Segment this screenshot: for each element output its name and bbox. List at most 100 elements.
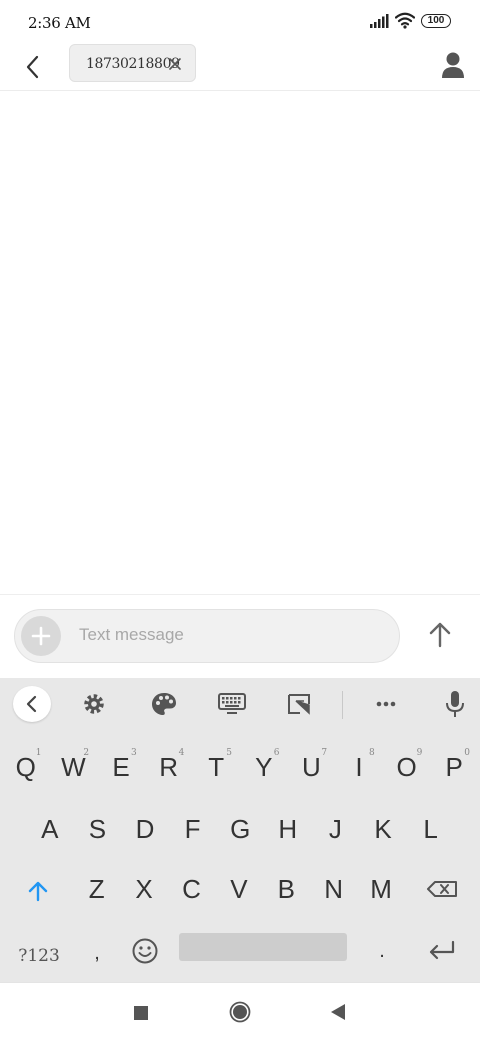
- key-q[interactable]: Q1: [2, 738, 50, 792]
- key-o-label: O: [396, 752, 417, 782]
- key-h[interactable]: H: [264, 800, 312, 854]
- key-x[interactable]: X: [120, 860, 167, 914]
- square-recents-icon[interactable]: [133, 1005, 149, 1021]
- gear-icon[interactable]: [76, 686, 112, 722]
- period-key[interactable]: .: [360, 922, 404, 976]
- key-j[interactable]: J: [312, 800, 360, 854]
- triangle-back-icon[interactable]: [330, 1003, 346, 1021]
- key-p-hint: 0: [464, 748, 470, 758]
- circle-home-icon[interactable]: [229, 1001, 251, 1023]
- system-nav-bar: [0, 982, 480, 1041]
- key-t-hint: 5: [226, 748, 232, 758]
- keyboard-icon[interactable]: [214, 686, 250, 722]
- backspace-icon: [427, 881, 457, 897]
- key-x-label: X: [135, 874, 153, 904]
- battery-level: 100: [427, 15, 445, 26]
- send-arrow-up-icon[interactable]: [424, 616, 456, 652]
- symbols-key[interactable]: ?123: [14, 922, 64, 976]
- backspace-key[interactable]: [416, 860, 468, 914]
- signal-icon: [370, 14, 389, 28]
- key-k[interactable]: K: [359, 800, 407, 854]
- emoji-key[interactable]: [122, 922, 168, 976]
- keyboard-collapse-button[interactable]: [13, 686, 51, 722]
- key-f[interactable]: F: [169, 800, 217, 854]
- key-y-label: Y: [255, 752, 273, 782]
- attach-button[interactable]: [21, 616, 61, 656]
- key-b[interactable]: B: [263, 860, 310, 914]
- plus-icon: [31, 626, 51, 646]
- toolbar-divider: [342, 691, 343, 719]
- keyboard-toolbar: [0, 678, 480, 730]
- key-d-label: D: [135, 814, 155, 844]
- key-w[interactable]: W2: [50, 738, 98, 792]
- key-r[interactable]: R4: [145, 738, 193, 792]
- key-s[interactable]: S: [74, 800, 122, 854]
- key-l[interactable]: L: [407, 800, 455, 854]
- chevron-left-icon: [26, 695, 37, 713]
- shift-arrow-icon: [28, 881, 48, 902]
- key-y[interactable]: Y6: [240, 738, 288, 792]
- key-i[interactable]: I8: [335, 738, 383, 792]
- key-e[interactable]: E3: [97, 738, 145, 792]
- key-m-label: M: [370, 874, 392, 904]
- comma-key[interactable]: ,: [75, 922, 119, 976]
- microphone-icon[interactable]: [437, 686, 473, 722]
- key-c-label: C: [182, 874, 201, 904]
- symbols-key-label: ?123: [18, 946, 60, 966]
- key-l-label: L: [423, 814, 438, 844]
- key-t-label: T: [208, 752, 225, 782]
- status-bar: 2:36 AM 100: [0, 0, 480, 44]
- shift-key[interactable]: [14, 860, 64, 914]
- key-u[interactable]: U7: [288, 738, 336, 792]
- key-o[interactable]: O9: [383, 738, 431, 792]
- key-d[interactable]: D: [121, 800, 169, 854]
- palette-icon[interactable]: [146, 686, 182, 722]
- key-w-label: W: [61, 752, 86, 782]
- key-f-label: F: [184, 814, 201, 844]
- conversation-header: 18730218809: [0, 44, 480, 91]
- key-u-hint: 7: [321, 748, 328, 758]
- key-e-label: E: [112, 752, 130, 782]
- key-e-hint: 3: [130, 748, 137, 758]
- key-a[interactable]: A: [26, 800, 74, 854]
- battery-icon: 100: [421, 14, 451, 28]
- key-p-label: P: [445, 752, 463, 782]
- key-u-label: U: [302, 752, 321, 782]
- key-r-label: R: [159, 752, 178, 782]
- key-h-label: H: [278, 814, 298, 844]
- key-r-hint: 4: [178, 748, 185, 758]
- key-o-hint: 9: [416, 748, 423, 758]
- key-z-label: Z: [88, 874, 105, 904]
- message-input[interactable]: [79, 620, 379, 650]
- key-t[interactable]: T5: [192, 738, 240, 792]
- key-w-hint: 2: [83, 748, 90, 758]
- comma-key-label: ,: [94, 942, 100, 964]
- space-key[interactable]: [179, 933, 347, 961]
- key-g[interactable]: G: [216, 800, 264, 854]
- compose-bar: [0, 596, 480, 678]
- key-z[interactable]: Z: [73, 860, 120, 914]
- enter-icon: [429, 940, 455, 960]
- close-icon[interactable]: [166, 55, 184, 73]
- key-j-label: J: [328, 814, 342, 844]
- back-arrow-icon[interactable]: [22, 52, 46, 82]
- key-c[interactable]: C: [168, 860, 215, 914]
- key-p[interactable]: P0: [430, 738, 478, 792]
- key-i-hint: 8: [368, 748, 375, 758]
- key-q-label: Q: [15, 752, 36, 782]
- recipient-chip[interactable]: 18730218809: [69, 44, 196, 82]
- key-m[interactable]: M: [357, 860, 404, 914]
- key-b-label: B: [277, 874, 295, 904]
- key-y-hint: 6: [273, 748, 280, 758]
- key-n[interactable]: N: [310, 860, 357, 914]
- key-n-label: N: [324, 874, 344, 904]
- emoji-icon: [132, 938, 158, 964]
- key-v[interactable]: V: [215, 860, 262, 914]
- soft-keyboard: Q 1 W 2 E 3 R 4 T 5 Y 6 U 7 I 8 O 9 P 0 A S D F G H J K L Z X C V B N M ?123…: [0, 678, 480, 982]
- message-list[interactable]: [0, 91, 480, 595]
- more-dots-icon[interactable]: [368, 686, 404, 722]
- resize-icon[interactable]: [282, 686, 318, 722]
- enter-key[interactable]: [418, 922, 466, 976]
- contact-person-icon[interactable]: [440, 50, 466, 80]
- wifi-icon: [395, 12, 415, 29]
